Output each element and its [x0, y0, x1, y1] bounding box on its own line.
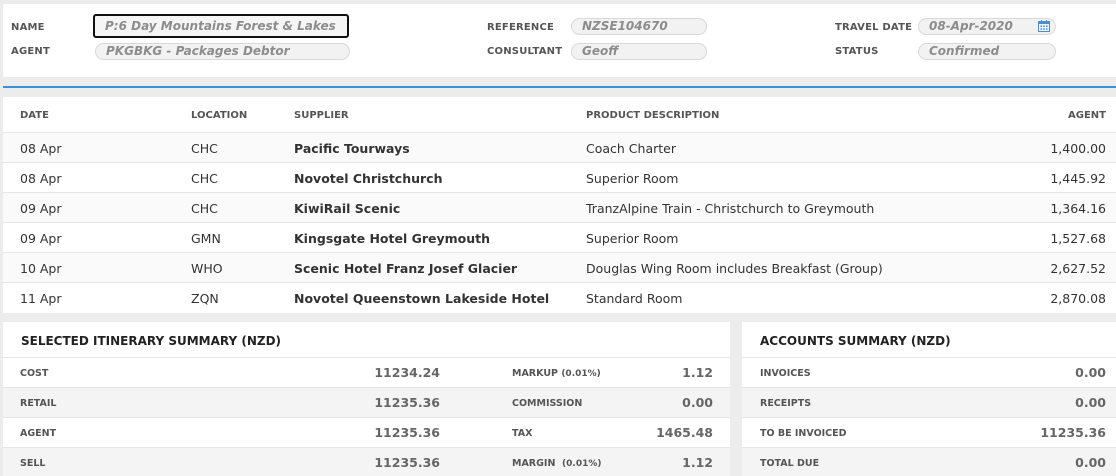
- receipts-label: RECEIPTS: [760, 398, 812, 409]
- booking-header: NAME P:6 Day Mountains Forest & Lakes AG…: [3, 4, 1116, 77]
- accounts-summary-title: ACCOUNTS SUMMARY (NZD): [760, 334, 951, 348]
- row-date: 11 Apr: [20, 291, 62, 306]
- consultant-field[interactable]: Geoff: [571, 43, 707, 60]
- cost-label: COST: [20, 368, 49, 379]
- itinerary-summary-panel: SELECTED ITINERARY SUMMARY (NZD) COST 11…: [3, 322, 730, 476]
- margin-percent: (0.01%): [562, 459, 602, 469]
- sell-label: SELL: [20, 458, 46, 469]
- row-date: 08 Apr: [20, 141, 62, 156]
- status-label: STATUS: [835, 46, 879, 57]
- to-be-invoiced-value: 11235.36: [1040, 425, 1106, 440]
- row-supplier: Novotel Queenstown Lakeside Hotel: [294, 291, 550, 306]
- row-agent-amount: 1,527.68: [1050, 231, 1106, 246]
- row-supplier: Pacific Tourways: [294, 141, 410, 156]
- margin-label: MARGIN (0.01%): [512, 458, 602, 469]
- table-row[interactable]: 09 Apr GMN Kingsgate Hotel Greymouth Sup…: [3, 223, 1116, 253]
- to-be-invoiced-label: TO BE INVOICED: [760, 428, 847, 439]
- row-location: CHC: [191, 141, 218, 156]
- row-description: Coach Charter: [586, 141, 676, 156]
- row-date: 08 Apr: [20, 171, 62, 186]
- margin-value: 1.12: [682, 455, 713, 470]
- markup-label: MARKUP (0.01%): [512, 368, 601, 379]
- row-location: CHC: [191, 171, 218, 186]
- column-header-date[interactable]: DATE: [20, 110, 49, 121]
- commission-label: COMMISSION: [512, 398, 583, 409]
- row-supplier: Novotel Christchurch: [294, 171, 443, 186]
- row-agent-amount: 1,445.92: [1050, 171, 1106, 186]
- tax-value: 1465.48: [656, 425, 713, 440]
- summary-row-invoices: INVOICES 0.00: [742, 357, 1116, 387]
- column-header-supplier[interactable]: SUPPLIER: [294, 110, 349, 121]
- agent-total-value: 11235.36: [374, 425, 440, 440]
- summary-row-sell-margin: SELL 11235.36 MARGIN (0.01%) 1.12: [3, 447, 730, 476]
- calendar-icon[interactable]: [1038, 20, 1050, 32]
- row-description: TranzAlpine Train - Christchurch to Grey…: [586, 201, 875, 216]
- retail-value: 11235.36: [374, 395, 440, 410]
- summary-row-agent-tax: AGENT 11235.36 TAX 1465.48: [3, 417, 730, 447]
- row-location: CHC: [191, 201, 218, 216]
- status-field[interactable]: Confirmed: [918, 43, 1056, 60]
- tax-label: TAX: [512, 428, 533, 439]
- total-due-label: TOTAL DUE: [760, 458, 820, 469]
- row-agent-amount: 1,364.16: [1050, 201, 1106, 216]
- reference-label: REFERENCE: [487, 22, 555, 33]
- row-date: 09 Apr: [20, 231, 62, 246]
- agent-label: AGENT: [11, 46, 50, 57]
- column-header-location[interactable]: LOCATION: [191, 110, 247, 121]
- travel-date-field[interactable]: 08-Apr-2020: [918, 18, 1056, 35]
- summary-row-cost-markup: COST 11234.24 MARKUP (0.01%) 1.12: [3, 357, 730, 387]
- summary-row-to-be-invoiced: TO BE INVOICED 11235.36: [742, 417, 1116, 447]
- retail-label: RETAIL: [20, 398, 57, 409]
- table-row[interactable]: 08 Apr CHC Pacific Tourways Coach Charte…: [3, 133, 1116, 163]
- row-description: Superior Room: [586, 171, 679, 186]
- row-location: GMN: [191, 231, 221, 246]
- row-agent-amount: 2,627.52: [1050, 261, 1106, 276]
- table-row[interactable]: 09 Apr CHC KiwiRail Scenic TranzAlpine T…: [3, 193, 1116, 223]
- table-body: 08 Apr CHC Pacific Tourways Coach Charte…: [3, 133, 1116, 313]
- markup-value: 1.12: [682, 365, 713, 380]
- column-header-agent[interactable]: AGENT: [1068, 110, 1106, 121]
- commission-value: 0.00: [682, 395, 713, 410]
- row-date: 09 Apr: [20, 201, 62, 216]
- row-agent-amount: 2,870.08: [1050, 291, 1106, 306]
- consultant-label: CONSULTANT: [487, 46, 563, 57]
- row-supplier: KiwiRail Scenic: [294, 201, 401, 216]
- summary-row-total-due: TOTAL DUE 0.00: [742, 447, 1116, 476]
- invoices-value: 0.00: [1075, 365, 1106, 380]
- cost-value: 11234.24: [374, 365, 440, 380]
- row-agent-amount: 1,400.00: [1050, 141, 1106, 156]
- row-supplier: Kingsgate Hotel Greymouth: [294, 231, 491, 246]
- column-header-product-description[interactable]: PRODUCT DESCRIPTION: [586, 110, 719, 121]
- total-due-value: 0.00: [1075, 455, 1106, 470]
- accent-divider: [3, 86, 1116, 88]
- accounts-summary-panel: ACCOUNTS SUMMARY (NZD) INVOICES 0.00 REC…: [742, 322, 1116, 476]
- summary-row-receipts: RECEIPTS 0.00: [742, 387, 1116, 417]
- receipts-value: 0.00: [1075, 395, 1106, 410]
- row-description: Standard Room: [586, 291, 683, 306]
- summary-row-retail-commission: RETAIL 11235.36 COMMISSION 0.00: [3, 387, 730, 417]
- name-label: NAME: [11, 22, 45, 33]
- itinerary-table: DATE LOCATION SUPPLIER PRODUCT DESCRIPTI…: [3, 97, 1116, 313]
- itinerary-summary-title: SELECTED ITINERARY SUMMARY (NZD): [21, 334, 282, 348]
- markup-percent: (0.01%): [561, 369, 601, 379]
- row-location: WHO: [191, 261, 223, 276]
- row-description: Douglas Wing Room includes Breakfast (Gr…: [586, 261, 883, 276]
- agent-total-label: AGENT: [20, 428, 57, 439]
- agent-field[interactable]: PKGBKG - Packages Debtor: [95, 43, 350, 60]
- table-header: DATE LOCATION SUPPLIER PRODUCT DESCRIPTI…: [3, 97, 1116, 133]
- travel-date-label: TRAVEL DATE: [835, 22, 913, 33]
- row-location: ZQN: [191, 291, 219, 306]
- invoices-label: INVOICES: [760, 368, 811, 379]
- sell-value: 11235.36: [374, 455, 440, 470]
- table-row[interactable]: 11 Apr ZQN Novotel Queenstown Lakeside H…: [3, 283, 1116, 313]
- table-row[interactable]: 10 Apr WHO Scenic Hotel Franz Josef Glac…: [3, 253, 1116, 283]
- row-description: Superior Room: [586, 231, 679, 246]
- table-row[interactable]: 08 Apr CHC Novotel Christchurch Superior…: [3, 163, 1116, 193]
- row-supplier: Scenic Hotel Franz Josef Glacier: [294, 261, 518, 276]
- row-date: 10 Apr: [20, 261, 62, 276]
- reference-field[interactable]: NZSE104670: [571, 18, 707, 35]
- name-field[interactable]: P:6 Day Mountains Forest & Lakes: [93, 14, 349, 38]
